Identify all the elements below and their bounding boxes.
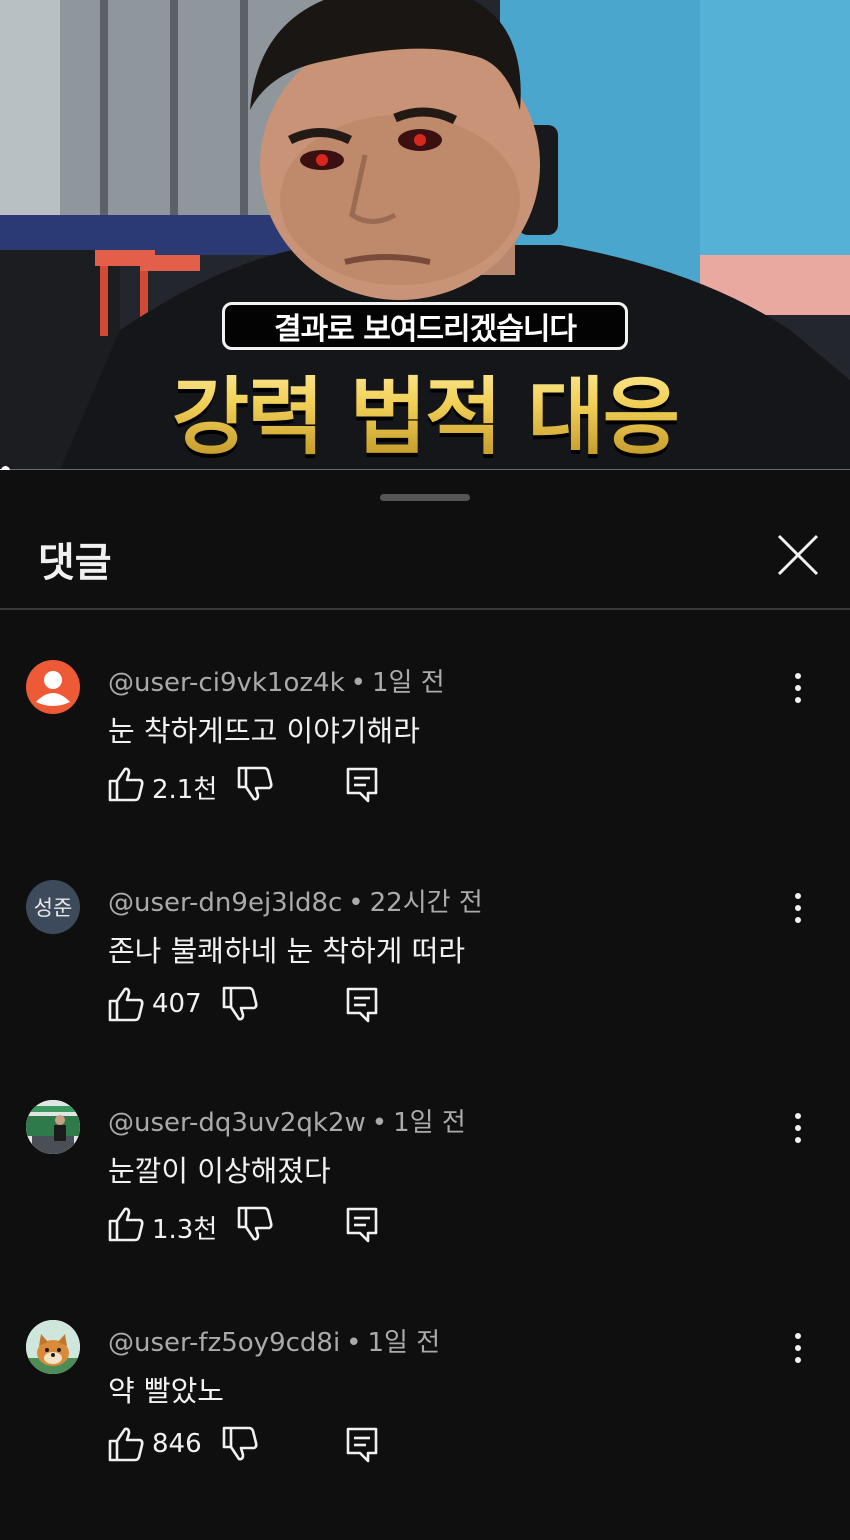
- thumbs-down-icon: [222, 1426, 258, 1461]
- default-person-icon: [36, 671, 70, 706]
- reply-icon: [346, 987, 378, 1023]
- avatar[interactable]: [26, 1320, 80, 1374]
- close-icon: [777, 534, 819, 576]
- separator-dot: •: [346, 1328, 362, 1358]
- vertical-dots-icon: [795, 673, 801, 703]
- separator-dot: •: [348, 888, 364, 918]
- like-button[interactable]: [106, 1204, 146, 1244]
- vertical-dots-icon: [795, 1113, 801, 1143]
- header-divider: [0, 608, 850, 610]
- comment-item: 성준 @user-dn9ej3ld8c • 22시간 전 존나 불쾌하네 눈 착하게…: [0, 880, 850, 1100]
- dislike-button[interactable]: [235, 764, 275, 804]
- video-scrubber-handle[interactable]: [1, 466, 10, 470]
- video-player[interactable]: 결과로 보여드리겠습니다 강력 법적 대응: [0, 0, 850, 470]
- like-button[interactable]: [106, 1424, 146, 1464]
- like-count: 407: [152, 989, 202, 1019]
- thumbs-down-icon: [237, 766, 273, 801]
- comment-meta: @user-dn9ej3ld8c • 22시간 전: [108, 882, 483, 919]
- comment-time: 1일 전: [371, 668, 445, 698]
- reply-button[interactable]: [342, 764, 382, 804]
- separator-dot: •: [350, 668, 366, 698]
- like-button[interactable]: [106, 984, 146, 1024]
- video-headline: 강력 법적 대응: [0, 350, 850, 470]
- comment-author[interactable]: @user-dq3uv2qk2w: [108, 1108, 366, 1138]
- comment-item: @user-fz5oy9cd8i • 1일 전 약 빨았노 846: [0, 1320, 850, 1540]
- comment-item: @user-ci9vk1oz4k • 1일 전 눈 착하게뜨고 이야기해라 2.1천: [0, 660, 850, 880]
- avatar[interactable]: [26, 1100, 80, 1154]
- vertical-dots-icon: [795, 1333, 801, 1363]
- like-count: 2.1천: [152, 775, 218, 805]
- video-caption: 결과로 보여드리겠습니다: [222, 302, 628, 350]
- reply-icon: [346, 767, 378, 803]
- comment-text: 눈 착하게뜨고 이야기해라: [108, 714, 420, 748]
- like-count: 846: [152, 1429, 202, 1459]
- reply-button[interactable]: [342, 984, 382, 1024]
- avatar[interactable]: [26, 660, 80, 714]
- close-button[interactable]: [775, 532, 821, 578]
- comment-time: 1일 전: [393, 1108, 466, 1138]
- like-count: 1.3천: [152, 1215, 218, 1245]
- comment-text: 존나 불쾌하네 눈 착하게 떠라: [108, 934, 466, 968]
- comment-meta: @user-fz5oy9cd8i • 1일 전: [108, 1322, 440, 1359]
- dislike-button[interactable]: [220, 1424, 260, 1464]
- thumbs-down-icon: [237, 1206, 273, 1241]
- more-options-button[interactable]: [784, 888, 812, 928]
- comment-text: 눈깔이 이상해졌다: [108, 1154, 331, 1188]
- separator-dot: •: [371, 1108, 388, 1138]
- avatar[interactable]: 성준: [26, 880, 80, 934]
- comment-author[interactable]: @user-ci9vk1oz4k: [108, 668, 345, 698]
- dislike-button[interactable]: [220, 984, 260, 1024]
- reply-button[interactable]: [342, 1204, 382, 1244]
- comment-text: 약 빨았노: [108, 1374, 224, 1408]
- more-options-button[interactable]: [784, 1328, 812, 1368]
- thumbs-up-icon: [108, 1427, 144, 1462]
- comment-time: 22시간 전: [369, 888, 483, 918]
- like-button[interactable]: [106, 764, 146, 804]
- more-options-button[interactable]: [784, 1108, 812, 1148]
- photo-avatar-image: [26, 1100, 80, 1154]
- comments-title: 댓글: [38, 540, 112, 586]
- comment-meta: @user-dq3uv2qk2w • 1일 전: [108, 1102, 466, 1139]
- vertical-dots-icon: [795, 893, 801, 923]
- comment-author[interactable]: @user-fz5oy9cd8i: [108, 1328, 340, 1358]
- thumbs-up-icon: [108, 987, 144, 1022]
- comments-sheet: 댓글 @user-ci9vk1oz4k•1일 전 눈 착하게뜨고 이야기해라: [0, 476, 850, 1518]
- video-progress-bar[interactable]: [0, 466, 850, 470]
- comment-time: 1일 전: [367, 1328, 441, 1358]
- sheet-drag-handle[interactable]: [380, 494, 470, 501]
- more-options-button[interactable]: [784, 668, 812, 708]
- comment-meta: @user-ci9vk1oz4k • 1일 전: [108, 662, 445, 699]
- comment-author[interactable]: @user-dn9ej3ld8c: [108, 888, 342, 918]
- thumbs-up-icon: [108, 1207, 144, 1242]
- thumbs-down-icon: [222, 986, 258, 1021]
- dislike-button[interactable]: [235, 1204, 275, 1244]
- dog-photo-avatar-image: [26, 1320, 80, 1374]
- reply-icon: [346, 1427, 378, 1463]
- reply-icon: [346, 1207, 378, 1243]
- reply-button[interactable]: [342, 1424, 382, 1464]
- comment-item: @user-dq3uv2qk2w • 1일 전 눈깔이 이상해졌다 1.3천: [0, 1100, 850, 1320]
- thumbs-up-icon: [108, 767, 144, 802]
